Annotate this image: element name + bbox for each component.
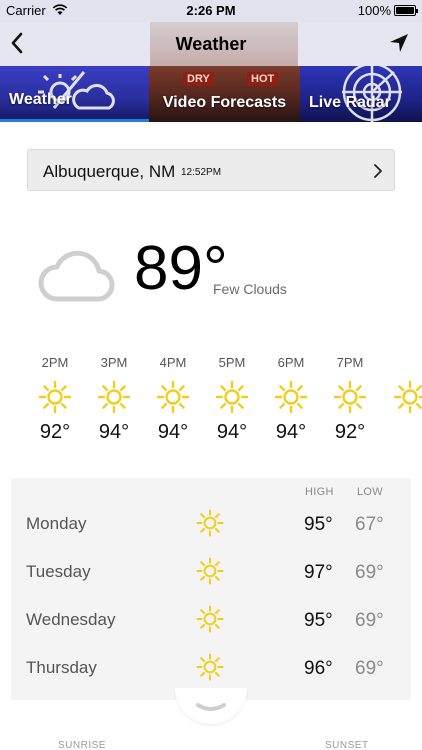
day-name: Wednesday [26,610,116,629]
location-selector[interactable]: Albuquerque, NM 12:52PM [27,149,395,191]
hourly-item: 5PM 94° [202,355,262,444]
daily-row[interactable]: Wednesday 95° 69° [11,596,411,644]
hourly-item: 6PM 94° [261,355,321,444]
day-high: 95° [304,610,333,631]
hourly-item: 7PM 92° [320,355,380,444]
day-name: Monday [26,514,87,533]
daily-row[interactable]: Tuesday 97° 69° [11,548,411,596]
day-low: 69° [355,610,384,631]
chevron-right-icon [374,164,382,178]
low-column-header: LOW [357,486,383,498]
video-thumbnail-sign: DRY [183,72,214,86]
tab-live-radar[interactable]: Live Radar [300,66,422,122]
battery-percent: 100% [357,3,391,18]
day-high: 97° [304,562,333,583]
tab-video-forecasts-label: Video Forecasts [162,94,287,111]
tab-weather-label: Weather [9,91,72,108]
expand-handle[interactable] [175,688,247,724]
sun-icon [215,380,249,414]
hourly-temperature: 92° [39,421,71,443]
day-low: 67° [355,514,384,535]
nav-title: Weather [175,34,247,54]
hourly-forecast[interactable]: 2PM 92° 3PM 94° 4PM 94° 5PM 94° 6PM 94° … [0,355,422,455]
tab-live-radar-label: Live Radar [309,94,391,111]
hourly-time: 4PM [159,355,187,370]
chevron-down-icon [196,703,226,711]
hourly-temperature: 94° [275,421,307,443]
sun-icon [196,653,224,681]
hourly-time: 6PM [277,355,305,370]
sun-icon [196,605,224,633]
day-low: 69° [355,562,384,583]
section-tabs: Weather DRY HOT Video Forecasts Live Rad… [0,66,422,122]
location-city: Albuquerque, NM [43,162,176,181]
tab-video-forecasts[interactable]: DRY HOT Video Forecasts [149,66,300,122]
hourly-time: 2PM [41,355,69,370]
cloud-icon [38,250,115,302]
tab-weather[interactable]: Weather [0,66,149,122]
sun-icon [196,509,224,537]
hourly-item: 4PM 94° [143,355,203,444]
sun-icon [156,380,190,414]
sun-icon [38,380,72,414]
day-low: 69° [355,658,384,679]
sun-icon [274,380,308,414]
day-high: 96° [304,658,333,679]
hourly-temperature: 94° [157,421,189,443]
sun-icon [333,380,367,414]
video-thumbnail-sign: HOT [247,72,279,86]
status-bar: Carrier 2:26 PM 100% [0,0,422,22]
day-name: Thursday [26,658,97,677]
day-high: 95° [304,514,333,535]
hourly-time: 5PM [218,355,246,370]
day-name: Tuesday [26,562,91,581]
battery-icon [394,5,418,16]
hourly-temperature: 94° [98,421,130,443]
current-condition: Few Clouds [213,281,287,297]
hourly-item: 3PM 94° [84,355,144,444]
sunset-label: SUNSET [325,740,369,750]
sunrise-label: SUNRISE [58,740,106,750]
sun-icon [97,380,131,414]
location-time: 12:52PM [181,167,222,178]
hourly-temperature: 92° [334,421,366,443]
hourly-time: 3PM [100,355,128,370]
high-column-header: HIGH [305,486,334,498]
daily-forecast: HIGH LOW Monday 95° 67° Tuesday 97° 69° … [11,478,411,700]
navigation-bar: Weather [0,22,422,66]
daily-row[interactable]: Thursday 96° 69° [11,644,411,692]
daily-row[interactable]: Monday 95° 67° [11,500,411,548]
location-arrow-icon[interactable] [388,32,410,54]
hourly-temperature: 94° [216,421,248,443]
sun-icon [196,557,224,585]
hourly-item: 2PM 92° [25,355,85,444]
sun-icon [393,380,422,414]
hourly-time: 7PM [336,355,364,370]
